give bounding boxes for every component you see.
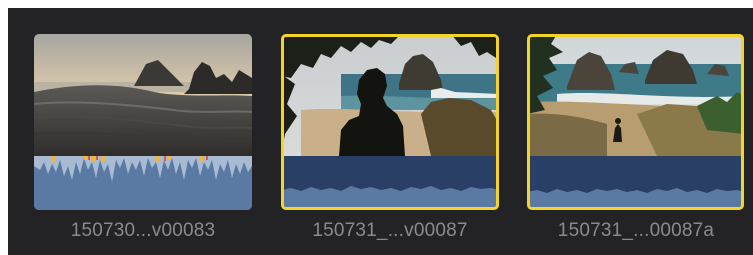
audio-waveform [281,156,499,210]
video-frame-hiker-cliffs [527,34,744,156]
audio-waveform [34,156,252,210]
clip-frame [281,34,499,210]
audio-waveform [527,156,744,210]
video-frame-sea-stacks-sunset [34,34,252,156]
clip-thumbnail-1[interactable] [34,34,252,210]
clip-thumbnail-3[interactable] [527,34,744,210]
clip-frame [34,34,252,210]
clip-frame [527,34,744,210]
clip-name: 150731_...v00087 [312,220,468,241]
clip-name: 150730...v00083 [70,220,216,241]
clip-thumbnail-2[interactable] [281,34,499,210]
media-browser: 150730...v00083 150731_...v00087 150731_… [8,8,753,255]
clip-name: 150731_...00087a [557,220,715,241]
video-frame-silhouette-beach [281,34,499,156]
